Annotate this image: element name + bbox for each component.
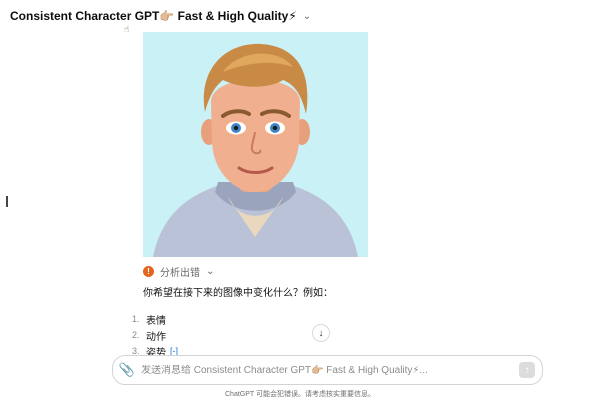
message-composer: 📎 ↑ [112,355,543,385]
gpt-avatar-icon: ☝ [124,24,130,34]
chevron-down-icon: ⌄ [206,265,215,277]
status-label: 分析出错 [160,267,200,279]
gpt-title-dropdown[interactable]: Consistent Character GPT👉🏼 Fast & High Q… [10,6,311,26]
paperclip-icon: 📎 [118,362,136,377]
generated-portrait-image[interactable] [143,32,368,257]
gpt-title: Consistent Character GPT👉🏼 Fast & High Q… [10,9,297,23]
footer-disclaimer: ChatGPT 可能会犯错误。请考虑核实重要信息。 [225,391,375,398]
portrait-illustration [143,32,368,257]
alert-circle-icon: ! [143,265,154,277]
chevron-down-icon: ⌄ [302,10,312,22]
analysis-status[interactable]: ! 分析出错 ⌄ [143,264,215,279]
list-number: 2. [132,330,140,340]
assistant-question: 你希望在接下来的图像中变化什么？例如： [143,288,333,299]
scroll-down-button[interactable]: ↓ [312,324,330,342]
message-input[interactable] [141,364,519,376]
list-label: 动作 [146,331,166,343]
attach-button[interactable]: 📎 [113,362,141,378]
send-button[interactable]: ↑ [519,362,535,378]
sidebar-resize-handle[interactable] [6,196,8,207]
list-label: 表情 [146,315,166,327]
list-number: 1. [132,314,140,324]
list-item: 1. 表情 [132,311,178,327]
arrow-down-icon: ↓ [318,327,324,339]
arrow-up-icon: ↑ [524,364,530,376]
option-list: 1. 表情 2. 动作 3. 姿势 [-] [132,311,178,359]
list-item: 2. 动作 [132,327,178,343]
